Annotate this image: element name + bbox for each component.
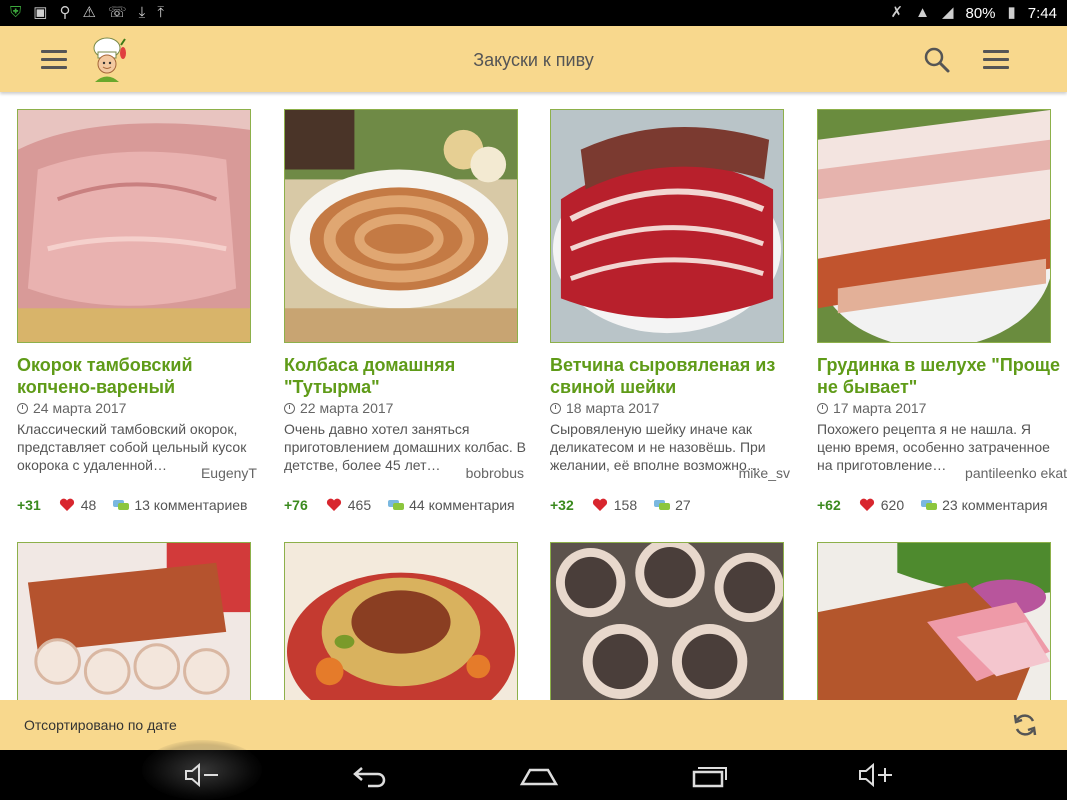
likes-count: 48	[80, 497, 97, 513]
recipe-photo[interactable]	[817, 542, 1051, 702]
status-bar: ⛨ ▣ ⚲ ⚠ ☏ ⤓ ⤒ ✗ ▲ ◢ 80% ▮ 7:44	[0, 0, 1067, 26]
rating-value: +31	[17, 497, 41, 513]
image-icon: ▣	[33, 4, 48, 21]
recipe-author[interactable]: bobrobus	[466, 465, 524, 481]
recipe-stats: +62 620 23 комментария	[817, 497, 1048, 513]
rating-value: +62	[817, 497, 841, 513]
volume-up-icon[interactable]	[856, 760, 896, 790]
heart-icon[interactable]	[592, 498, 608, 512]
heart-icon[interactable]	[326, 498, 342, 512]
comments-icon[interactable]	[387, 498, 405, 512]
recipe-date: 18 марта 2017	[550, 400, 659, 416]
shield-icon: ⛨	[10, 4, 22, 21]
download-icon: ⤓	[138, 4, 146, 21]
rating-value: +32	[550, 497, 574, 513]
sort-bar: Отсортировано по дате	[0, 700, 1067, 750]
recipe-photo[interactable]	[284, 109, 518, 343]
home-icon[interactable]	[519, 760, 559, 790]
search-notification-icon: ⚲	[59, 4, 71, 21]
recent-apps-icon[interactable]	[690, 760, 730, 790]
recipe-stats: +76 465 44 комментария	[284, 497, 515, 513]
recipe-photo[interactable]	[17, 109, 251, 343]
overflow-menu-icon[interactable]	[983, 50, 1009, 70]
clock-icon	[17, 403, 28, 414]
recipe-photo[interactable]	[550, 542, 784, 702]
heart-icon[interactable]	[859, 498, 875, 512]
comments-icon[interactable]	[920, 498, 938, 512]
recipe-photo[interactable]	[17, 542, 251, 702]
recipe-author[interactable]: mike_sv	[739, 465, 790, 481]
likes-count: 158	[613, 497, 638, 513]
sort-label[interactable]: Отсортировано по дате	[24, 717, 177, 733]
heart-icon[interactable]	[59, 498, 75, 512]
search-icon[interactable]	[921, 44, 951, 74]
recipe-author[interactable]: pantileenko ekat	[965, 465, 1067, 481]
recipe-date: 24 марта 2017	[17, 400, 126, 416]
recipe-stats: +32 158 27	[550, 497, 691, 513]
comments-count[interactable]: 27	[675, 497, 691, 513]
comments-icon[interactable]	[653, 498, 671, 512]
recipe-date: 22 марта 2017	[284, 400, 393, 416]
back-icon[interactable]	[350, 760, 390, 790]
recipe-stats: +31 48 13 комментариев	[17, 497, 248, 513]
likes-count: 620	[880, 497, 905, 513]
warning-icon: ⚠	[82, 4, 96, 21]
recipe-author[interactable]: EugenyT	[201, 465, 257, 481]
volume-down-icon[interactable]	[182, 760, 222, 790]
wifi-icon: ▲	[915, 4, 930, 21]
clock-icon	[550, 403, 561, 414]
comments-count[interactable]: 23 комментария	[942, 497, 1048, 513]
clock-icon	[284, 403, 295, 414]
comments-icon[interactable]	[112, 498, 130, 512]
page-title: Закуски к пиву	[473, 50, 594, 70]
clock-time: 7:44	[1027, 4, 1057, 22]
comments-count[interactable]: 44 комментария	[409, 497, 515, 513]
battery-icon: ▮	[1007, 4, 1016, 21]
app-bar: Закуски к пиву	[0, 26, 1067, 92]
battery-level: 80%	[965, 4, 996, 22]
viber-icon: ☏	[107, 4, 127, 21]
likes-count: 465	[347, 497, 372, 513]
refresh-icon[interactable]	[1012, 712, 1038, 738]
rating-value: +76	[284, 497, 308, 513]
clock-icon	[817, 403, 828, 414]
recipe-date: 17 марта 2017	[817, 400, 926, 416]
recipe-title[interactable]: Ветчина сыровяленая из свиной шейки	[550, 354, 800, 398]
signal-icon: ◢	[941, 4, 954, 21]
recipe-title[interactable]: Колбаса домашняя "Тутырма"	[284, 354, 534, 398]
recipe-photo[interactable]	[284, 542, 518, 702]
recipe-title[interactable]: Грудинка в шелухе "Проще не бывает"	[817, 354, 1067, 398]
mute-icon: ✗	[890, 4, 904, 21]
upload-icon: ⤒	[157, 4, 164, 21]
recipe-title[interactable]: Окорок тамбовский копчено-вареный	[17, 354, 267, 398]
recipe-photo[interactable]	[817, 109, 1051, 343]
comments-count[interactable]: 13 комментариев	[134, 497, 247, 513]
recipe-photo[interactable]	[550, 109, 784, 343]
